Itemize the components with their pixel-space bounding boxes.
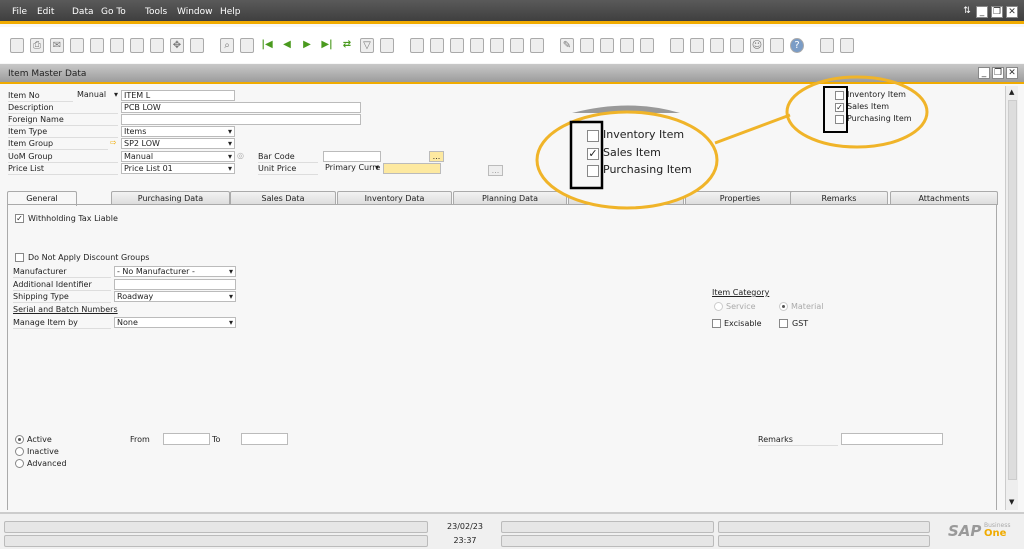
annotation-connector bbox=[714, 113, 791, 145]
annotation-overlay bbox=[535, 75, 929, 210]
callout-inventory-label: Inventory Item bbox=[603, 128, 685, 141]
annotation-ellipse-small bbox=[785, 75, 929, 149]
callout-purchasing-label: Purchasing Item bbox=[603, 163, 692, 176]
callout-purchasing-checkbox bbox=[587, 165, 599, 177]
highlight-box-small bbox=[823, 86, 848, 133]
callout-inventory-checkbox bbox=[587, 130, 599, 142]
callout-sales-checkbox: ✓ bbox=[587, 147, 599, 160]
callout-sales-label: Sales Item bbox=[603, 146, 661, 159]
annotation-ellipse-large bbox=[535, 110, 719, 210]
